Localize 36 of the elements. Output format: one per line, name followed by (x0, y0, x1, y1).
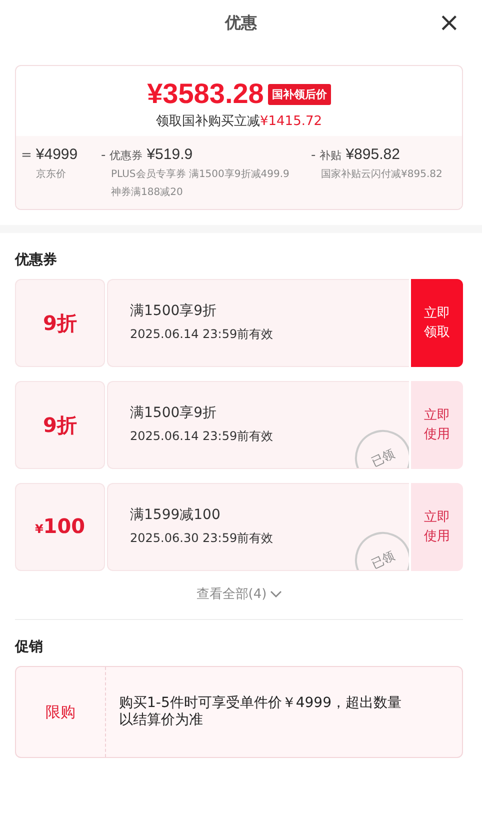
coupon-validity: 2025.06.14 23:59前有效 (130, 326, 274, 343)
price-tag: 国补领后价 (268, 84, 331, 104)
currency-sign: ¥ (34, 522, 44, 536)
section-title: 促销 (15, 638, 44, 656)
operator-sign: = (21, 148, 32, 163)
final-price: ¥3583.28 (147, 78, 264, 110)
coupon-validity: 2025.06.30 23:59前有效 (130, 530, 274, 547)
coupon-validity: 2025.06.14 23:59前有效 (130, 428, 274, 445)
breakdown-amount: ¥895.82 (346, 146, 400, 163)
coupon-action-button[interactable]: 立即使用 (411, 483, 463, 571)
coupon-value: 100 (43, 514, 86, 538)
breakdown-label: 优惠券 (110, 148, 143, 163)
breakdown-note: 神券满188减20 (110, 186, 184, 199)
coupon-action-button[interactable]: 立即领取 (411, 279, 463, 367)
coupon-action-button[interactable]: 立即使用 (411, 381, 463, 469)
coupon-value: 9折 (43, 412, 77, 439)
coupon-condition: 满1500享9折 (130, 404, 218, 422)
breakdown-note: PLUS会员专享券 满1500享9折减499.9 (110, 168, 290, 181)
coupon-condition: 满1500享9折 (130, 302, 218, 320)
chevron-down-icon (270, 590, 282, 598)
breakdown-amount: ¥519.9 (146, 146, 193, 163)
coupon-value: 9折 (43, 310, 77, 337)
breakdown-amount: ¥4999 (36, 146, 78, 163)
saving-text: 领取国补购买立减¥1415.72 (156, 113, 322, 130)
breakdown-label: 补贴 (320, 148, 342, 163)
view-all-link[interactable]: 查看全部(4) (192, 581, 286, 607)
breakdown-note: 京东价 (35, 168, 67, 181)
dialog-title: 优惠 (225, 12, 257, 34)
promotion-tag: 限购 (16, 667, 106, 757)
breakdown-note: 国家补贴云闪付减¥895.82 (320, 168, 444, 181)
operator-sign: - (311, 148, 316, 163)
section-title: 优惠券 (15, 251, 58, 269)
close-button[interactable]: × (434, 8, 464, 38)
coupon-condition: 满1599减100 (130, 506, 222, 524)
promotion-text: 购买1-5件时可享受单件价￥4999，超出数量以结算价为准 (118, 694, 402, 730)
operator-sign: - (101, 148, 106, 163)
